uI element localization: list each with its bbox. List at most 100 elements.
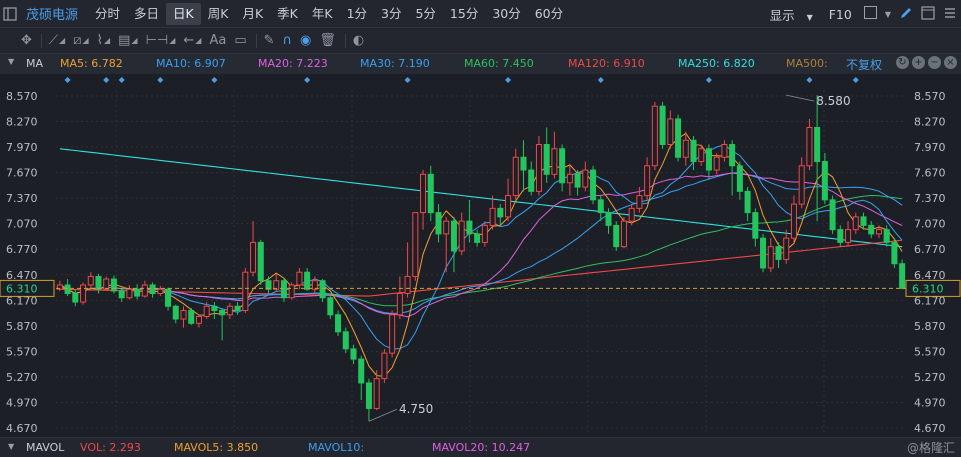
eraser-icon[interactable]: ✎ [261, 29, 278, 53]
ma-label[interactable]: MA [26, 57, 43, 70]
pen-icon[interactable] [899, 6, 913, 23]
period-tab-10[interactable]: 15分 [443, 3, 485, 25]
collapse-icon[interactable]: ▼ [8, 442, 14, 451]
candle-up [721, 143, 728, 158]
window-icon[interactable] [921, 5, 935, 23]
candle-up [875, 229, 882, 235]
candle-up [551, 148, 558, 175]
candle-down [149, 284, 156, 295]
y-tick-label-left: 7.070 [6, 218, 38, 231]
candle-up [195, 315, 202, 324]
candle-down [257, 241, 264, 282]
candle-up [644, 165, 651, 197]
candle-down [559, 148, 566, 184]
candle-down [450, 220, 457, 252]
period-tab-2[interactable]: 日K [166, 2, 201, 25]
candle-down [528, 169, 535, 192]
trash-icon[interactable]: 🗑 [316, 29, 339, 53]
ma-legend-item: MA120: 6.910 [568, 57, 645, 70]
display-menu[interactable]: 显示 ▼ [766, 5, 817, 24]
y-tick-label-left: 6.770 [6, 243, 38, 256]
y-tick-label-right: 4.970 [914, 396, 946, 409]
candle-down [188, 310, 195, 324]
measure-tool-icon[interactable]: ⊢⊣ ◢ [143, 29, 179, 53]
candle-down [597, 199, 604, 214]
add-icon[interactable]: + [912, 56, 925, 69]
fibonacci-tool-icon[interactable]: ▤ ◢ [115, 29, 140, 53]
collapse-icon[interactable]: ▼ [8, 57, 14, 66]
comment-tool-icon[interactable]: ▭ [231, 29, 249, 53]
fuquan-button[interactable]: 不复权 [846, 56, 882, 73]
period-tab-11[interactable]: 30分 [485, 3, 527, 25]
candle-up [806, 126, 813, 167]
candle-down [729, 143, 736, 167]
volume-legend-item: MAVOL20: 10.247 [432, 441, 531, 454]
candle-up [698, 148, 705, 163]
candle-down [829, 199, 836, 231]
chevron-down-icon[interactable]: ▼ [885, 10, 891, 19]
candle-up [628, 207, 635, 222]
candle-up [180, 310, 187, 320]
candle-down [319, 280, 326, 299]
current-price-label-right: 6.310 [912, 282, 944, 295]
y-tick-label-left: 5.570 [6, 345, 38, 358]
refresh-icon[interactable]: ↻ [896, 56, 909, 69]
menu-icon[interactable] [943, 6, 957, 23]
candlestick-chart[interactable]: 8.570 8.570 8.270 8.270 7.970 7.970 7.670 7.670… [0, 74, 961, 437]
candle-down [427, 173, 434, 214]
period-tab-5[interactable]: 季K [270, 3, 305, 25]
f10-button[interactable]: F10 [829, 7, 852, 22]
candle-up [103, 278, 110, 290]
line-tool-icon[interactable]: ⟋ ◢ [46, 29, 68, 53]
y-tick-label-left: 7.370 [6, 192, 38, 205]
remove-icon[interactable]: − [928, 56, 941, 69]
ma-tools: ↻ + − × [896, 56, 957, 69]
candle-up [783, 237, 790, 260]
y-tick-label-left: 4.670 [6, 422, 38, 435]
candle-down [690, 139, 697, 163]
period-tab-4[interactable]: 月K [235, 3, 270, 25]
period-tab-6[interactable]: 年K [305, 3, 340, 25]
candle-up [790, 203, 797, 239]
text-tool-icon[interactable]: Aa [206, 29, 229, 53]
candle-down [821, 161, 828, 201]
magnet-icon[interactable]: ∩ [280, 29, 296, 53]
period-tab-8[interactable]: 3分 [374, 3, 408, 25]
stock-name[interactable]: 茂硕电源 [26, 4, 78, 23]
panel-toggle-icon[interactable] [0, 4, 20, 24]
candle-down [497, 207, 504, 218]
y-tick-label-left: 7.670 [6, 167, 38, 180]
wave-tool-icon[interactable]: ⌇ ◢ [94, 29, 114, 53]
y-tick-label-right: 6.470 [914, 269, 946, 282]
y-tick-label-left: 8.570 [6, 90, 38, 103]
y-tick-label-left: 4.970 [6, 396, 38, 409]
top-toolbar: 茂硕电源 分时 多日 日K 周K 月K 季K 年K 1分 3分 5分 15分 30分 60分 显示 ▼ … [0, 0, 961, 28]
y-tick-label-right: 5.870 [914, 320, 946, 333]
period-tab-7[interactable]: 1分 [340, 3, 374, 25]
candle-down [72, 293, 79, 303]
period-tab-3[interactable]: 周K [201, 3, 236, 25]
candle-up [713, 156, 720, 171]
eye-icon[interactable]: ◉ [297, 29, 314, 53]
candle-up [620, 220, 627, 248]
arrow-tool-icon[interactable]: ← ◢ [180, 29, 204, 53]
mavol-label[interactable]: MAVOL [26, 441, 64, 454]
period-tab-12[interactable]: 60分 [528, 3, 570, 25]
crosshair-move-icon[interactable]: ✥ [18, 29, 35, 53]
candle-down [705, 148, 712, 171]
y-tick-label-left: 6.470 [6, 269, 38, 282]
toggle-icon[interactable]: ◐ [350, 29, 367, 53]
candle-up [296, 271, 303, 286]
period-tab-0[interactable]: 分时 [88, 3, 127, 25]
candle-down [358, 358, 365, 384]
period-tab-9[interactable]: 5分 [408, 3, 442, 25]
candle-down [613, 224, 620, 248]
period-tab-1[interactable]: 多日 [127, 3, 166, 25]
y-tick-label-right: 8.270 [914, 116, 946, 129]
y-tick-label-right: 8.570 [914, 90, 946, 103]
candle-down [474, 233, 481, 243]
close-icon[interactable]: × [944, 56, 957, 69]
channel-tool-icon[interactable]: ⧄ ◢ [70, 29, 91, 53]
checkbox-icon[interactable] [863, 6, 877, 22]
candle-down [814, 126, 821, 163]
